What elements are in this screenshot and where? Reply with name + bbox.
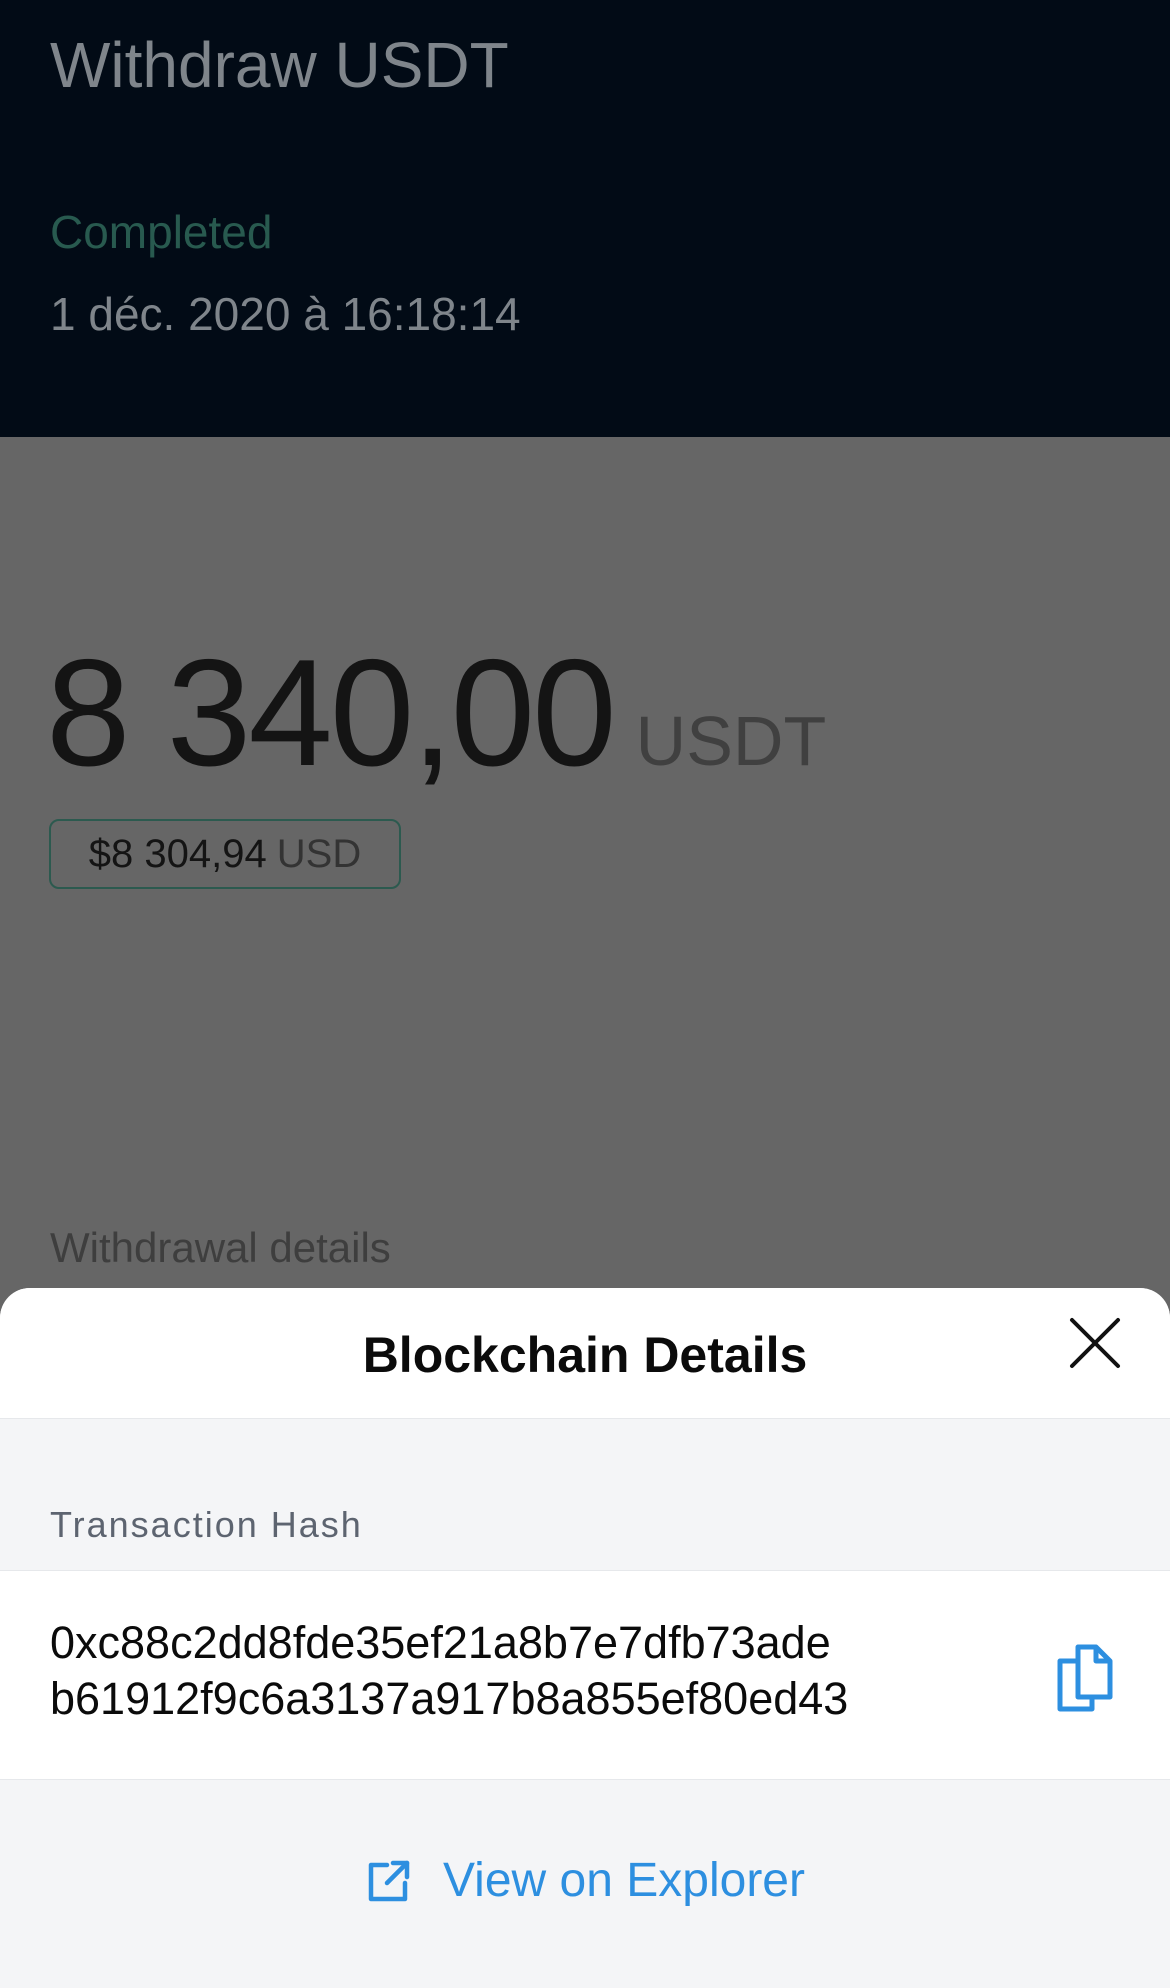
- usd-value: $8 304,94: [88, 831, 267, 876]
- copy-hash-button[interactable]: [1048, 1639, 1124, 1715]
- withdrawal-details-title: Withdrawal details: [50, 1224, 391, 1271]
- sheet-title: Blockchain Details: [362, 1327, 808, 1383]
- view-on-explorer-label: View on Explorer: [443, 1854, 805, 1907]
- usd-value-badge: $8 304,94 USD: [49, 819, 401, 889]
- usd-unit: USD: [276, 831, 362, 876]
- transaction-hash-row: 0xc88c2dd8fde35ef21a8b7e7dfb73ade b61912…: [0, 1570, 1170, 1780]
- amount-unit: USDT: [635, 702, 827, 780]
- copy-icon: [1057, 1644, 1113, 1712]
- page-title: Withdraw USDT: [50, 29, 509, 101]
- transaction-hash: 0xc88c2dd8fde35ef21a8b7e7dfb73ade b61912…: [50, 1615, 848, 1727]
- status-text: Completed: [50, 206, 273, 258]
- transaction-hash-label: Transaction Hash: [50, 1504, 363, 1545]
- amount-display: 8 340,00 USDT: [46, 626, 826, 801]
- external-link-icon: [365, 1857, 413, 1905]
- transaction-hash-line-2: b61912f9c6a3137a917b8a855ef80ed43: [50, 1673, 849, 1724]
- sheet-header: Blockchain Details: [0, 1288, 1170, 1419]
- transaction-hash-line-1: 0xc88c2dd8fde35ef21a8b7e7dfb73ade: [50, 1617, 831, 1668]
- view-on-explorer-link[interactable]: View on Explorer: [0, 1853, 1170, 1908]
- page-header: Withdraw USDT Completed 1 déc. 2020 à 16…: [0, 0, 1170, 437]
- transaction-timestamp: 1 déc. 2020 à 16:18:14: [50, 288, 521, 340]
- close-button[interactable]: [1060, 1308, 1130, 1378]
- amount-value: 8 340,00: [46, 628, 617, 798]
- blockchain-details-sheet: Blockchain Details Transaction Hash 0xc8…: [0, 1288, 1170, 1988]
- close-icon: [1070, 1318, 1120, 1368]
